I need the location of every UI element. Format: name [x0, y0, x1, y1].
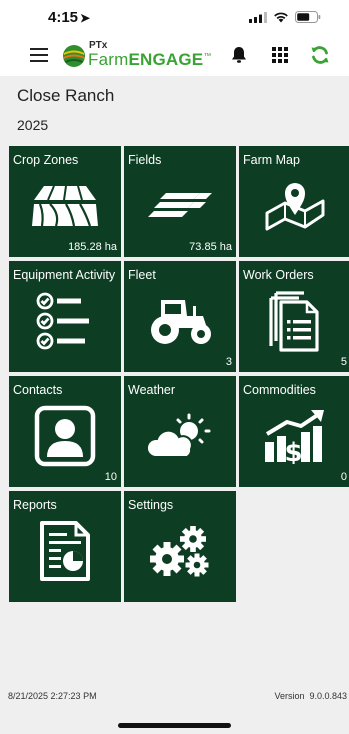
weather-icon [147, 413, 211, 458]
app-header: PTx FarmENGAGE™ [0, 34, 349, 76]
field-stripes-icon [148, 193, 212, 217]
bell-icon[interactable] [229, 45, 249, 65]
tractor-icon [151, 300, 211, 344]
farm-name: Close Ranch [17, 86, 115, 105]
tile-weather[interactable]: Weather [124, 376, 236, 487]
tile-settings[interactable]: Settings [124, 491, 236, 602]
tile-label: Crop Zones [13, 153, 79, 167]
checklist-icon [36, 292, 89, 350]
tile-equipment-activity[interactable]: Equipment Activity [9, 261, 121, 372]
tile-farm-map[interactable]: Farm Map [239, 146, 349, 257]
signal-icon [249, 11, 267, 23]
contact-icon [34, 405, 96, 467]
wifi-icon [274, 12, 288, 23]
status-bar: 4:15 ➤ [0, 0, 349, 34]
tile-work-orders[interactable]: Work Orders 5 [239, 261, 349, 372]
tile-label: Fields [128, 153, 162, 167]
tile-count: 185.28 ha [68, 241, 117, 253]
farmengage-logo: PTx FarmENGAGE™ [62, 40, 211, 72]
documents-icon [269, 291, 319, 352]
tile-label: Equipment Activity [13, 268, 116, 282]
status-icons [249, 11, 321, 23]
svg-text:$: $ [284, 438, 302, 464]
tile-fleet[interactable]: Fleet 3 [124, 261, 236, 372]
home-indicator[interactable] [118, 723, 231, 728]
tile-label: Farm Map [243, 153, 300, 167]
tile-count: 3 [225, 356, 232, 368]
tile-count: 5 [340, 356, 347, 368]
tile-label: Settings [128, 498, 174, 512]
gears-icon [150, 526, 209, 577]
tile-reports[interactable]: Reports [9, 491, 121, 602]
apps-grid-icon[interactable] [270, 45, 290, 65]
tile-label: Contacts [13, 383, 63, 397]
app-version: Version 9.0.0.843 [274, 691, 347, 701]
report-icon [40, 521, 90, 581]
tile-crop-zones[interactable]: Crop Zones 185.28 ha [9, 146, 121, 257]
tile-count: 10 [104, 471, 117, 483]
tile-label: Weather [128, 383, 176, 397]
tile-contacts[interactable]: Contacts 10 [9, 376, 121, 487]
battery-icon [295, 11, 321, 23]
map-pin-icon [265, 183, 325, 231]
hamburger-menu-icon[interactable] [30, 48, 48, 62]
commodities-icon: $ [265, 410, 324, 464]
tile-label: Fleet [128, 268, 156, 282]
sync-icon[interactable] [310, 45, 330, 65]
tile-commodities[interactable]: Commodities $ 0 [239, 376, 349, 487]
last-sync-timestamp: 8/21/2025 2:27:23 PM [8, 691, 97, 701]
logo-wordmark: FarmENGAGE™ [88, 50, 212, 69]
tile-count: 0 [340, 471, 347, 483]
tile-label: Commodities [243, 383, 316, 397]
tile-label: Work Orders [243, 268, 314, 282]
logo-globe-icon [63, 45, 85, 67]
tile-count: 73.85 ha [189, 241, 232, 253]
location-arrow-icon: ➤ [80, 11, 91, 25]
tile-label: Reports [13, 498, 57, 512]
season-year: 2025 [17, 117, 49, 133]
crop-field-icon [32, 185, 98, 227]
tile-fields[interactable]: Fields 73.85 ha [124, 146, 236, 257]
status-time: 4:15 ➤ [48, 9, 91, 26]
